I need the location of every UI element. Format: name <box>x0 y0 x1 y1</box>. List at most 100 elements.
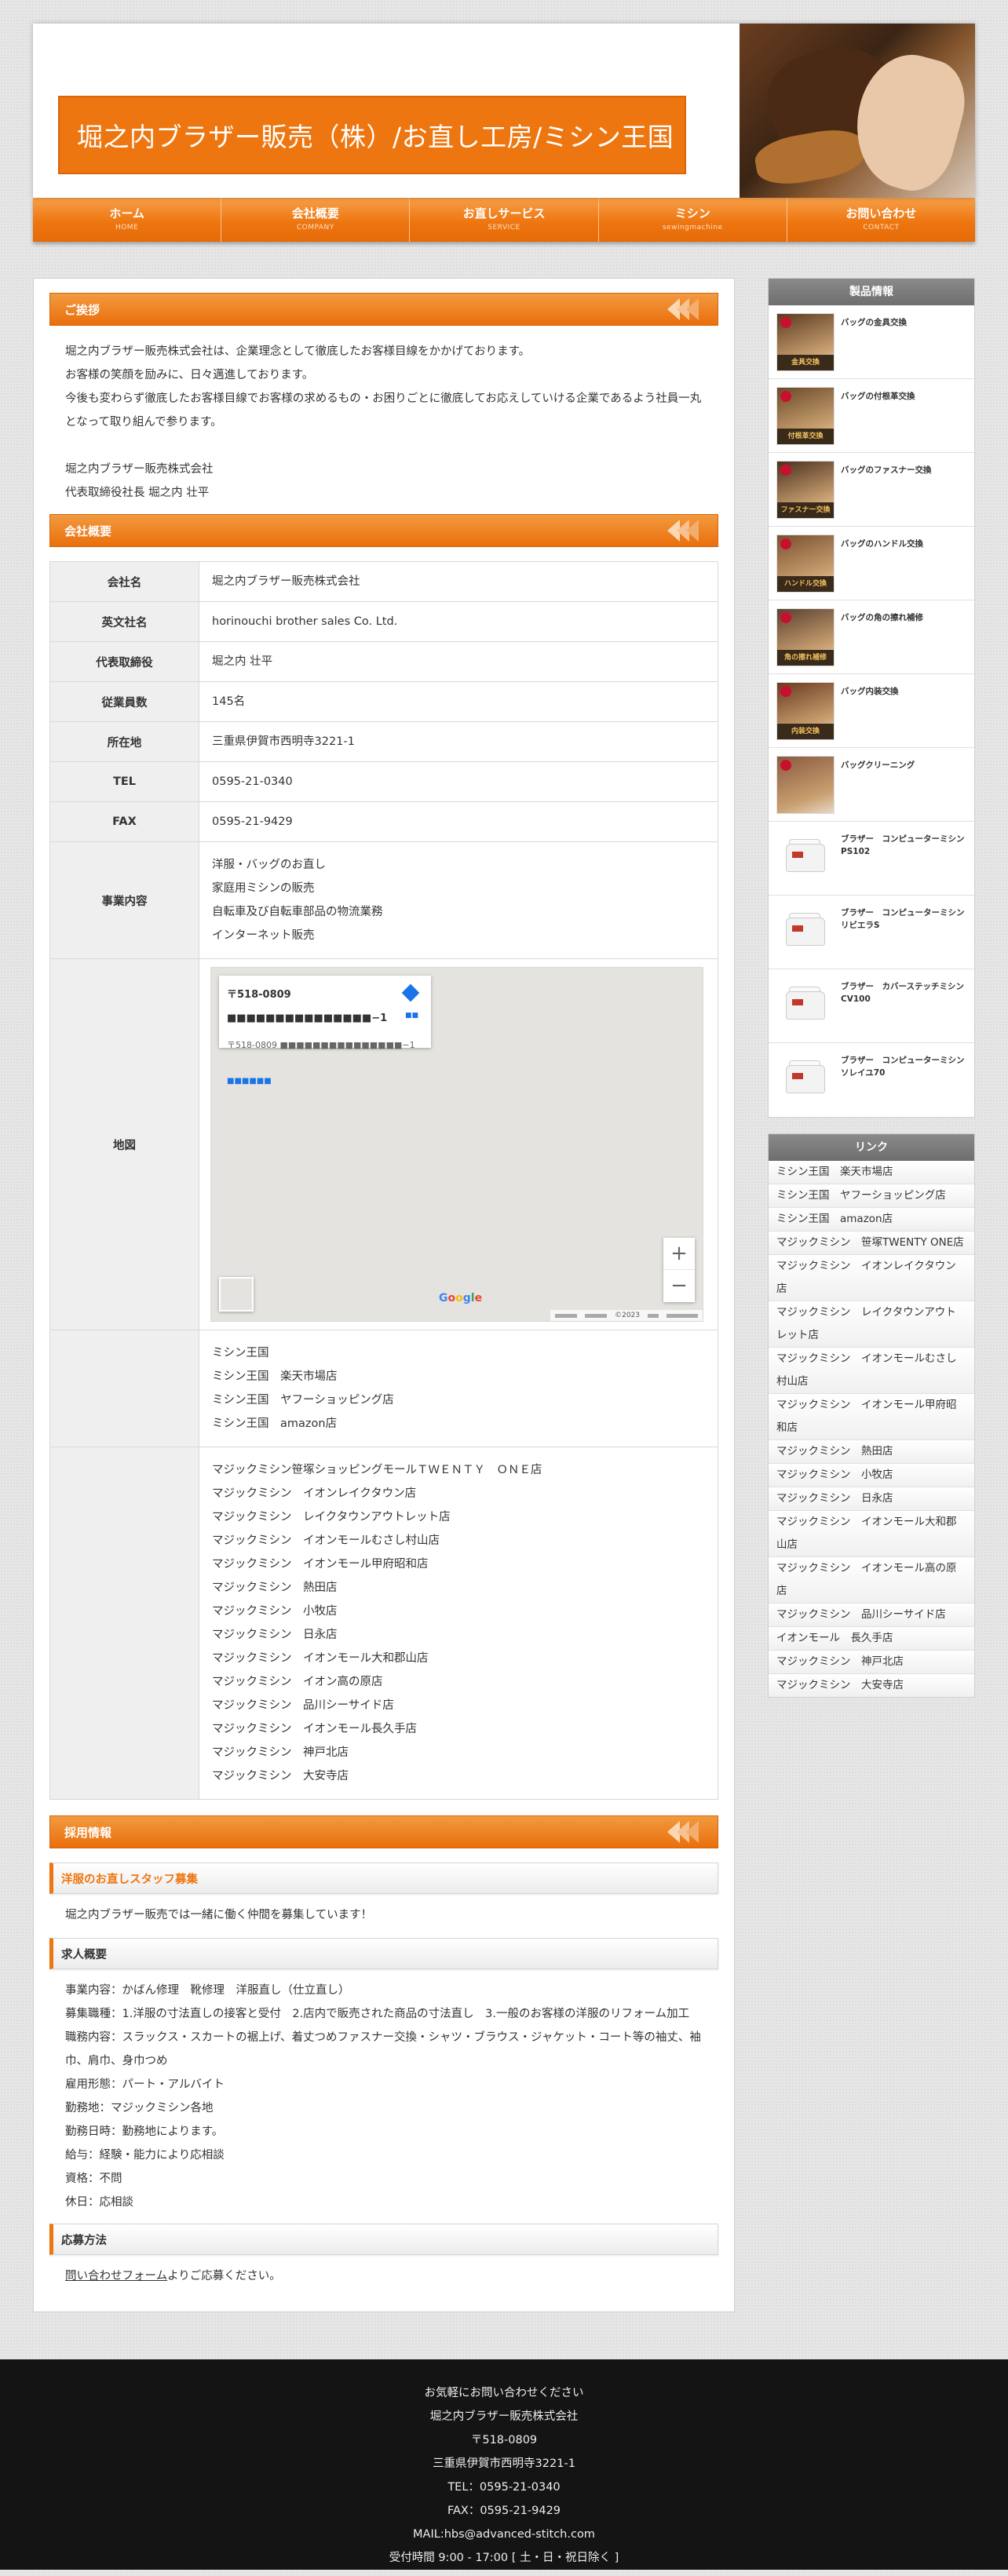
product-item[interactable]: 角の擦れ補修 バッグの角の擦れ補修 <box>769 600 974 674</box>
store-item: ミシン王国 amazon店 <box>212 1418 338 1430</box>
product-item[interactable]: バッグクリーニング <box>769 748 974 822</box>
site-title-banner[interactable]: 堀之内ブラザー販売（株）/お直し工房/ミシン王国 <box>58 96 686 174</box>
row-label: 代表取締役 <box>49 641 199 682</box>
business-list: 洋服・バッグのお直し 家庭用ミシンの販売 自転車及び自転車部品の物流業務 インタ… <box>199 841 718 959</box>
row-label: 事業内容 <box>49 841 199 959</box>
product-item[interactable]: ブラザー コンピューターミシン ソレイユ70 <box>769 1043 974 1117</box>
table-row: FAX 0595-21-9429 <box>49 801 718 842</box>
greeting-signature: 代表取締役社長 堀之内 壮平 <box>65 487 210 499</box>
sidebar-link[interactable]: マジックミシン レイクタウンアウトレット店 <box>769 1301 974 1348</box>
nav-contact[interactable]: お問い合わせ CONTACT <box>787 198 975 242</box>
sidebar-link[interactable]: マジックミシン イオンモール甲府昭和店 <box>769 1394 974 1440</box>
product-title: ブラザー コンピューターミシン PS102 <box>841 834 973 856</box>
sidebar-link[interactable]: ミシン王国 楽天市場店 <box>769 1161 974 1184</box>
store-item: ミシン王国 <box>212 1347 269 1359</box>
sidebar-link[interactable]: マジックミシン 熱田店 <box>769 1440 974 1464</box>
nav-sublabel: SERVICE <box>488 224 520 232</box>
staff-text: 堀之内ブラザー販売では一緒に働く仲間を募集しています！ <box>65 1909 373 1921</box>
store-item: マジックミシン 大安寺店 <box>212 1770 349 1782</box>
nav-label: お問い合わせ <box>845 206 917 221</box>
row-value: 0595-21-9429 <box>199 801 718 842</box>
product-item[interactable]: 金具交換 バッグの金具交換 <box>769 305 974 379</box>
nav-sublabel: sewingmachine <box>662 224 723 232</box>
bag-repair-thumbnail <box>776 756 835 814</box>
product-item[interactable]: ハンドル交換 バッグのハンドル交換 <box>769 527 974 600</box>
sidebar-link[interactable]: マジックミシン 大安寺店 <box>769 1674 974 1697</box>
sidebar-link[interactable]: マジックミシン 日永店 <box>769 1487 974 1511</box>
job-summary-line: 資格：不問 <box>65 2173 122 2185</box>
main-content: ご挨拶 堀之内ブラザー販売株式会社は、企業理念として徹底したお客様目線をかかげて… <box>33 278 735 2312</box>
apply-instruction: よりご応募ください。 <box>167 2270 281 2282</box>
sidebar-link[interactable]: マジックミシン 品川シーサイド店 <box>769 1604 974 1627</box>
table-row: 代表取締役 堀之内 壮平 <box>49 641 718 682</box>
business-item: 洋服・バッグのお直し <box>212 859 326 871</box>
map-attribution: ©2023 <box>550 1310 703 1321</box>
business-item: 自転車及び自転車部品の物流業務 <box>212 906 383 918</box>
nav-sewingmachine[interactable]: ミシン sewingmachine <box>599 198 787 242</box>
nav-label: ミシン <box>674 206 710 221</box>
product-title: ブラザー コンピューターミシン リビエラS <box>841 908 973 930</box>
nav-label: お直しサービス <box>462 206 546 221</box>
greeting-line: 堀之内ブラザー販売株式会社は、企業理念として徹底したお客様目線をかかげております… <box>65 345 531 358</box>
store-item: マジックミシン 熱田店 <box>212 1582 338 1594</box>
sidebar-link[interactable]: ミシン王国 ヤフーショッピング店 <box>769 1184 974 1208</box>
job-summary-line: 職務内容：スラックス・スカートの裾上げ、着丈つめファスナー交換・シャツ・ブラウス… <box>65 2031 701 2067</box>
row-value: 0595-21-0340 <box>199 761 718 802</box>
sewing-machine-thumbnail <box>776 903 835 961</box>
product-item[interactable]: ファスナー交換 バッグのファスナー交換 <box>769 453 974 527</box>
table-row: 従業員数 145名 <box>49 681 718 722</box>
sidebar-link[interactable]: マジックミシン イオンレイクタウン店 <box>769 1255 974 1301</box>
sewing-machine-thumbnail <box>776 1051 835 1109</box>
bag-repair-thumbnail: ハンドル交換 <box>776 535 835 593</box>
sidebar-link[interactable]: マジックミシン 笹塚TWENTY ONE店 <box>769 1231 974 1255</box>
zoom-out-button[interactable]: − <box>663 1270 695 1302</box>
product-item[interactable]: 内装交換 バッグ内装交換 <box>769 674 974 748</box>
google-map[interactable]: 〒518-0809 ■■■■■■■■■■■■■■■−1 〒518-0809 ■■… <box>210 967 703 1322</box>
link-box-title: リンク <box>769 1134 974 1161</box>
chevron-left-icon <box>667 298 711 320</box>
table-row: 所在地 三重県伊賀市西明寺3221-1 <box>49 721 718 762</box>
sidebar-link[interactable]: マジックミシン イオンモール高の原店 <box>769 1557 974 1604</box>
sidebar-link[interactable]: マジックミシン イオンモールむさし村山店 <box>769 1348 974 1394</box>
map-cell: 〒518-0809 ■■■■■■■■■■■■■■■−1 〒518-0809 ■■… <box>199 958 718 1330</box>
nav-home[interactable]: ホーム HOME <box>33 198 222 242</box>
product-item[interactable]: ブラザー コンピューターミシン PS102 <box>769 822 974 896</box>
nav-service[interactable]: お直しサービス SERVICE <box>410 198 599 242</box>
nav-company[interactable]: 会社概要 COMPANY <box>221 198 411 242</box>
product-item[interactable]: ブラザー コンピューターミシン リビエラS <box>769 896 974 969</box>
bag-repair-thumbnail: 角の擦れ補修 <box>776 608 835 666</box>
sidebar-link[interactable]: イオンモール 長久手店 <box>769 1627 974 1651</box>
sewing-machine-thumbnail <box>776 977 835 1035</box>
bag-repair-thumbnail: ファスナー交換 <box>776 461 835 519</box>
directions-label: ■■ <box>404 1012 418 1020</box>
product-title: バッグの角の擦れ補修 <box>841 613 923 622</box>
product-item[interactable]: 付根革交換 バッグの付根革交換 <box>769 379 974 453</box>
sidebar-link[interactable]: マジックミシン イオンモール大和郡山店 <box>769 1511 974 1557</box>
bag-repair-thumbnail: 金具交換 <box>776 313 835 371</box>
store-item: ミシン王国 楽天市場店 <box>212 1370 338 1383</box>
map-larger-link[interactable]: ■■■■■■ <box>227 1070 423 1093</box>
sidebar-link[interactable]: マジックミシン 神戸北店 <box>769 1651 974 1674</box>
map-layer-toggle[interactable] <box>219 1277 254 1312</box>
product-title: バッグの金具交換 <box>841 318 907 327</box>
row-label: 英文社名 <box>49 601 199 642</box>
product-item[interactable]: ブラザー カバーステッチミシン CV100 <box>769 969 974 1043</box>
row-label: FAX <box>49 801 199 842</box>
product-title: バッグのファスナー交換 <box>841 465 932 475</box>
chevron-left-icon <box>667 520 711 542</box>
store-item: マジックミシン イオンレイクタウン店 <box>212 1487 417 1500</box>
site-title: 堀之内ブラザー販売（株）/お直し工房/ミシン王国 <box>77 122 674 152</box>
sidebar-link[interactable]: マジックミシン 小牧店 <box>769 1464 974 1487</box>
contact-form-link[interactable]: 問い合わせフォーム <box>65 2270 167 2282</box>
thumbnail-caption: 金具交換 <box>777 355 834 370</box>
footer-line: TEL：0595-21-0340 <box>447 2481 561 2494</box>
product-title: バッグのハンドル交換 <box>841 539 923 549</box>
product-title: バッグ内装交換 <box>841 687 899 696</box>
sidebar-link[interactable]: ミシン王国 amazon店 <box>769 1208 974 1231</box>
zoom-in-button[interactable]: + <box>663 1238 695 1270</box>
row-label: 所在地 <box>49 721 199 762</box>
nav-sublabel: CONTACT <box>863 224 900 232</box>
greeting-line: 今後も変わらず徹底したお客様目線でお客様の求めるもの・お困りごとに徹底してお応え… <box>65 392 702 429</box>
footer-line: FAX：0595-21-9429 <box>447 2505 561 2517</box>
row-label: 会社名 <box>49 561 199 602</box>
